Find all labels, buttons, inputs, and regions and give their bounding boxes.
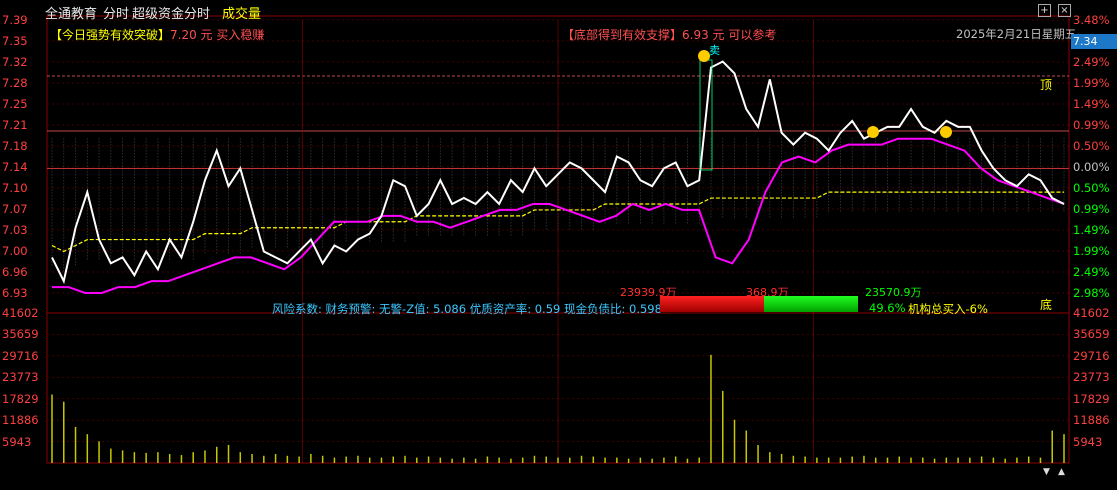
volume-tick-label: 17829 bbox=[1073, 391, 1110, 406]
percent-tick-label: 0.99% bbox=[1073, 202, 1110, 216]
percent-tick-label: 0.00% bbox=[1073, 160, 1110, 174]
volume-tick-label: 11886 bbox=[2, 413, 39, 428]
price-tick-label: 7.28 bbox=[2, 76, 28, 90]
price-tick-label: 7.35 bbox=[2, 34, 28, 48]
bottom-label: 底 bbox=[1040, 298, 1053, 312]
price-tick-label: 7.21 bbox=[2, 118, 28, 132]
percent-tick-label: 1.99% bbox=[1073, 244, 1110, 258]
volume-tick-label: 35659 bbox=[1073, 327, 1110, 342]
percent-tick-label: 0.99% bbox=[1073, 118, 1110, 132]
price-tick-label: 7.10 bbox=[2, 181, 28, 195]
strong-price: 7.20 元 买入稳赚 bbox=[170, 28, 265, 42]
sell-amount: 23570.9万 bbox=[865, 286, 922, 299]
scroll-down-icon[interactable]: ▼ bbox=[1043, 467, 1050, 477]
price-tick-label: 7.39 bbox=[2, 13, 28, 27]
price-tick-label: 7.14 bbox=[2, 160, 28, 174]
volume-tick-label: 23773 bbox=[2, 370, 39, 385]
support-label: 【底部得到有效支撑】 bbox=[562, 28, 683, 42]
smiley-icon bbox=[867, 126, 879, 138]
percent-tick-label: 1.99% bbox=[1073, 76, 1110, 90]
tab-minute[interactable]: 分时 bbox=[103, 3, 129, 22]
percent-tick-label: 1.49% bbox=[1073, 223, 1110, 237]
current-price-tag: 7.34 bbox=[1071, 34, 1117, 49]
percent-tick-label: 2.98% bbox=[1073, 286, 1110, 300]
percent-tick-label: 2.49% bbox=[1073, 55, 1110, 69]
volume-tick-label: 5943 bbox=[1073, 434, 1103, 449]
close-icon[interactable]: × bbox=[1058, 4, 1071, 17]
tab-capital[interactable]: 超级资金分时 bbox=[132, 3, 210, 22]
ratio-value: 49.6% bbox=[869, 301, 906, 315]
volume-tick-label: 35659 bbox=[2, 327, 39, 342]
price-tick-label: 7.25 bbox=[2, 97, 28, 111]
volume-tick-label: 11886 bbox=[1073, 413, 1110, 428]
volume-tick-label: 29716 bbox=[2, 348, 39, 363]
price-tick-label: 6.93 bbox=[2, 286, 28, 300]
chart-canvas bbox=[46, 15, 1070, 464]
top-label: 顶 bbox=[1040, 78, 1053, 92]
volume-tick-label: 5943 bbox=[2, 434, 32, 449]
sell-label: 卖 bbox=[709, 44, 720, 57]
stock-name[interactable]: 全通教育 bbox=[45, 3, 97, 22]
volume-tick-label: 29716 bbox=[1073, 348, 1110, 363]
volume-tick-label: 17829 bbox=[2, 391, 39, 406]
date-label: 2025年2月21日星期五 bbox=[956, 27, 1077, 41]
price-tick-label: 7.03 bbox=[2, 223, 28, 237]
risk-text: 风险系数: 财务预警: 无警-Z值: 5.086 优质资产率: 0.59 现金负… bbox=[272, 302, 662, 316]
sell-strength-bar bbox=[764, 296, 859, 312]
percent-tick-label: 3.48% bbox=[1073, 13, 1110, 27]
support-price: 6.93 元 可以参考 bbox=[682, 28, 777, 42]
smiley-icon bbox=[940, 126, 952, 138]
institution-label: 机构总买入-6% bbox=[908, 302, 988, 316]
percent-tick-label: 0.50% bbox=[1073, 139, 1110, 153]
percent-tick-label: 2.49% bbox=[1073, 265, 1110, 279]
volume-tick-label: 41602 bbox=[1073, 306, 1110, 320]
price-tick-label: 7.32 bbox=[2, 55, 28, 69]
price-tick-label: 6.96 bbox=[2, 265, 28, 279]
volume-tick-label: 41602 bbox=[2, 306, 39, 320]
tab-volume[interactable]: 成交量 bbox=[222, 3, 261, 22]
scroll-up-icon[interactable]: ▲ bbox=[1058, 467, 1065, 477]
volume-tick-label: 23773 bbox=[1073, 370, 1110, 385]
percent-tick-label: 1.49% bbox=[1073, 97, 1110, 111]
buy-strength-bar bbox=[660, 296, 764, 312]
price-tick-label: 7.00 bbox=[2, 244, 28, 258]
expand-icon[interactable]: + bbox=[1038, 4, 1051, 17]
price-tick-label: 7.18 bbox=[2, 139, 28, 153]
price-tick-label: 7.07 bbox=[2, 202, 28, 216]
strong-breakout-label: 【今日强势有效突破】 bbox=[50, 28, 171, 42]
percent-tick-label: 0.50% bbox=[1073, 181, 1110, 195]
